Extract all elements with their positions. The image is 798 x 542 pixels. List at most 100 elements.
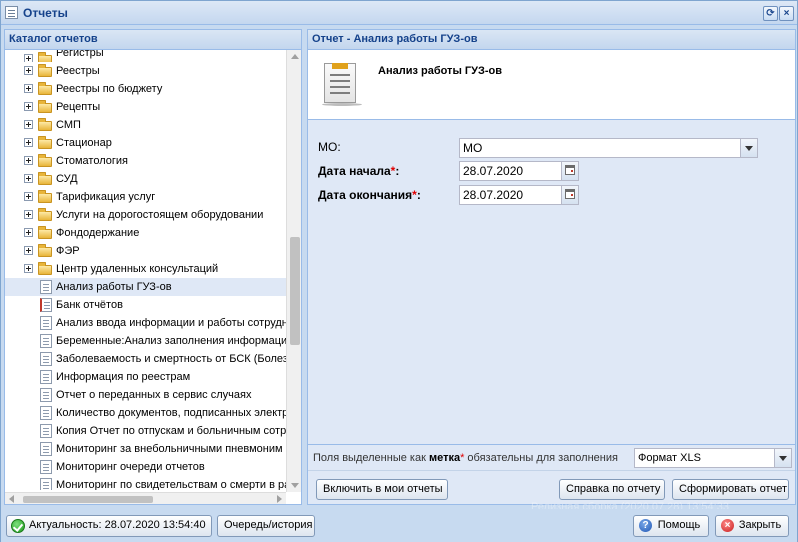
tree-report-item[interactable]: Количество документов, подписанных элект… — [5, 404, 286, 422]
folder-icon — [38, 154, 52, 167]
catalog-horizontal-scrollbar[interactable] — [5, 492, 286, 504]
expand-icon[interactable] — [24, 84, 33, 93]
tree-item-label: ФЭР — [56, 245, 80, 257]
tree-item-label: Банк отчётов — [56, 299, 123, 311]
expand-icon[interactable] — [24, 156, 33, 165]
tree-folder[interactable]: Стационар — [5, 134, 286, 152]
close-icon[interactable]: × — [779, 6, 794, 21]
mo-select[interactable]: МО — [459, 138, 758, 158]
close-label: Закрыть — [738, 519, 782, 531]
scroll-up-icon[interactable] — [291, 54, 299, 59]
format-select-value: Формат XLS — [638, 452, 701, 464]
window-title: Отчеты — [23, 6, 68, 20]
tree-folder[interactable]: СМП — [5, 116, 286, 134]
tree-folder[interactable]: Услуги на дорогостоящем оборудовании — [5, 206, 286, 224]
tree-report-item[interactable]: Информация по реестрам — [5, 368, 286, 386]
tree-folder[interactable]: СУД — [5, 170, 286, 188]
generate-report-button[interactable]: Сформировать отчет — [672, 479, 789, 500]
tree-folder[interactable]: Стоматология — [5, 152, 286, 170]
expand-icon[interactable] — [24, 246, 33, 255]
expand-icon[interactable] — [24, 174, 33, 183]
expand-icon[interactable] — [24, 138, 33, 147]
status-bar: Актуальность: 28.07.2020 13:54:40 Очеред… — [1, 509, 797, 542]
tree-item-label: Стационар — [56, 137, 112, 149]
expand-icon[interactable] — [24, 228, 33, 237]
close-button[interactable]: × Закрыть — [715, 515, 789, 537]
tree-report-item[interactable]: Мониторинг очереди отчетов — [5, 458, 286, 476]
start-date-picker[interactable] — [561, 162, 578, 180]
add-to-my-reports-button[interactable]: Включить в мои отчеты — [316, 479, 448, 500]
tree-item-label: Анализ ввода информации и работы сотрудн — [56, 317, 286, 329]
end-date-picker[interactable] — [561, 186, 578, 204]
window-titlebar[interactable]: Отчеты ⟳ × — [1, 1, 797, 25]
tree-folder[interactable]: Реестры по бюджету — [5, 80, 286, 98]
report-icon — [40, 298, 52, 312]
report-help-button[interactable]: Справка по отчету — [559, 479, 665, 500]
help-icon: ? — [639, 519, 652, 532]
tree-report-item[interactable]: Мониторинг за внебольничными пневмоним — [5, 440, 286, 458]
tree-report-item[interactable]: Копия Отчет по отпускам и больничным сот… — [5, 422, 286, 440]
tree-item-label: Информация по реестрам — [56, 371, 191, 383]
tree-item-label: Центр удаленных консультаций — [56, 263, 219, 275]
tree-folder[interactable]: Регистры — [5, 50, 286, 62]
mo-select-value: МО — [463, 141, 483, 155]
required-note-bar: Поля выделенные как метка* обязательны д… — [308, 444, 795, 470]
chevron-down-icon[interactable] — [774, 449, 791, 467]
hscroll-thumb[interactable] — [23, 496, 153, 503]
report-icon — [40, 442, 52, 456]
catalog-header: Каталог отчетов — [5, 30, 301, 50]
tree-item-label: СМП — [56, 119, 81, 131]
tree-folder[interactable]: Реестры — [5, 62, 286, 80]
tree-report-item[interactable]: Мониторинг по свидетельствам о смерти в … — [5, 476, 286, 490]
tree-report-item[interactable]: Заболеваемость и смертность от БСК (Боле… — [5, 350, 286, 368]
scroll-left-icon[interactable] — [9, 495, 14, 503]
tree-report-item[interactable]: Отчет о переданных в сервис случаях — [5, 386, 286, 404]
format-select[interactable]: Формат XLS — [634, 448, 792, 468]
folder-icon — [38, 64, 52, 77]
scroll-down-icon[interactable] — [291, 483, 299, 488]
tree-item-label: Реестры — [56, 65, 100, 77]
actuality-button[interactable]: Актуальность: 28.07.2020 13:54:40 — [6, 515, 212, 537]
tree-item-label: Регистры — [56, 50, 104, 59]
tree-folder[interactable]: Тарификация услуг — [5, 188, 286, 206]
start-date-field[interactable]: 28.07.2020 — [459, 161, 579, 181]
expand-icon[interactable] — [24, 210, 33, 219]
expand-icon[interactable] — [24, 54, 33, 62]
queue-history-button[interactable]: Очередь/история — [217, 515, 315, 537]
tree-report-item[interactable]: Анализ работы ГУЗ-ов — [5, 278, 286, 296]
report-icon — [40, 388, 52, 402]
tree-folder[interactable]: Центр удаленных консультаций — [5, 260, 286, 278]
scroll-right-icon[interactable] — [277, 495, 282, 503]
window-icon — [5, 6, 18, 19]
report-icon — [40, 460, 52, 474]
tree-item-label: СУД — [56, 173, 78, 185]
folder-icon — [38, 52, 52, 62]
chevron-down-icon[interactable] — [740, 139, 757, 157]
tree-item-label: Стоматология — [56, 155, 128, 167]
folder-icon — [38, 262, 52, 275]
tree-report-item[interactable]: Анализ ввода информации и работы сотрудн — [5, 314, 286, 332]
expand-icon[interactable] — [24, 120, 33, 129]
end-date-field[interactable]: 28.07.2020 — [459, 185, 579, 205]
tree-report-item[interactable]: Беременные:Анализ заполнения информаци — [5, 332, 286, 350]
expand-icon[interactable] — [24, 102, 33, 111]
tree-item-label: Количество документов, подписанных элект… — [56, 407, 286, 419]
tree-report-item[interactable]: Банк отчётов — [5, 296, 286, 314]
report-icon — [40, 370, 52, 384]
folder-icon — [38, 244, 52, 257]
tree-item-label: Заболеваемость и смертность от БСК (Боле… — [56, 353, 286, 365]
help-button[interactable]: ? Помощь — [633, 515, 709, 537]
catalog-vertical-scrollbar[interactable] — [286, 50, 301, 492]
expand-icon[interactable] — [24, 264, 33, 273]
folder-icon — [38, 136, 52, 149]
catalog-tree: Регистры Реестры Реестры по бюджету Рецепты… — [5, 50, 286, 492]
scroll-thumb[interactable] — [290, 237, 300, 345]
tree-folder[interactable]: Фондодержание — [5, 224, 286, 242]
folder-icon — [38, 82, 52, 95]
refresh-icon[interactable]: ⟳ — [763, 6, 778, 21]
tree-folder[interactable]: Рецепты — [5, 98, 286, 116]
expand-icon[interactable] — [24, 66, 33, 75]
tree-folder[interactable]: ФЭР — [5, 242, 286, 260]
expand-icon[interactable] — [24, 192, 33, 201]
reports-window: Отчеты ⟳ × Каталог отчетов Регистры Реест… — [0, 0, 798, 542]
